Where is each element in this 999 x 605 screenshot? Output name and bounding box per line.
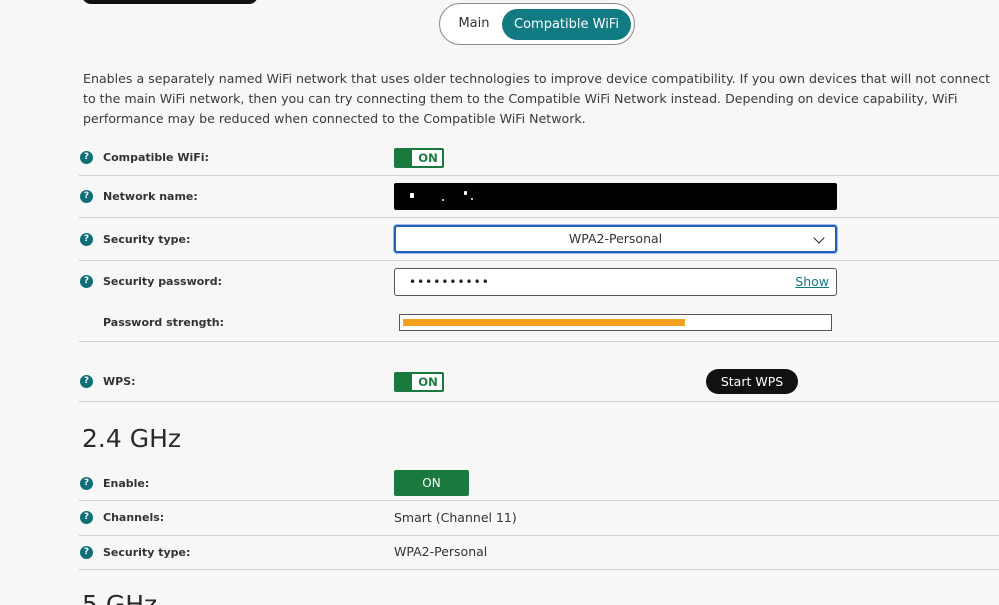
redaction-artifact [471,198,473,200]
divider [79,569,999,570]
band-24-security-value: WPA2-Personal [394,544,488,559]
band-24-enable-label: Enable: [103,477,150,490]
security-type-value: WPA2-Personal [568,231,663,246]
toggle-knob [396,150,412,166]
mode-segmented-control: Main Compatible WiFi [439,3,635,45]
help-icon[interactable]: ? [80,511,93,524]
password-masked-value: •••••••••• [409,275,490,289]
help-icon[interactable]: ? [80,151,93,164]
security-type-select[interactable]: WPA2-Personal [394,225,837,253]
divider [79,175,999,176]
password-strength-label: Password strength: [103,316,225,329]
compatible-wifi-toggle[interactable]: ON [394,148,444,168]
password-strength-meter [399,314,832,331]
help-icon[interactable]: ? [80,275,93,288]
band-24-channels-value: Smart (Channel 11) [394,510,517,525]
toggle-knob [396,374,412,390]
toggle-state: ON [418,151,438,165]
divider [79,535,999,536]
divider [79,260,999,261]
security-password-input[interactable]: •••••••••• Show [394,268,837,296]
chevron-down-icon [813,232,825,244]
divider [79,500,999,501]
help-icon[interactable]: ? [80,477,93,490]
password-strength-fill [403,319,685,326]
toggle-state: ON [418,375,438,389]
start-wps-button[interactable]: Start WPS [706,369,798,394]
divider [79,217,999,218]
help-icon[interactable]: ? [80,375,93,388]
network-name-field-redacted[interactable] [394,183,837,210]
tab-compatible-wifi[interactable]: Compatible WiFi [502,9,631,40]
band-24-title: 2.4 GHz [82,424,181,453]
show-password-link[interactable]: Show [795,269,829,295]
security-password-label: Security password: [103,275,222,288]
divider [79,341,999,342]
band-24-channels-label: Channels: [103,511,165,524]
network-name-label: Network name: [103,190,198,203]
help-icon[interactable]: ? [80,546,93,559]
redaction-artifact [410,193,414,198]
divider [79,401,999,402]
compatible-wifi-description: Enables a separately named WiFi network … [83,71,991,126]
help-icon[interactable]: ? [80,190,93,203]
band-5-title: 5 GHz [82,590,158,605]
redaction-artifact [464,191,467,195]
compatible-wifi-label: Compatible WiFi: [103,151,209,164]
wps-toggle[interactable]: ON [394,372,444,392]
top-cropped-button[interactable] [82,0,258,4]
redaction-artifact [442,199,444,201]
band-24-security-label: Security type: [103,546,191,559]
security-type-label: Security type: [103,233,191,246]
band-24-enable-toggle[interactable]: ON [394,470,469,496]
help-icon[interactable]: ? [80,233,93,246]
wps-label: WPS: [103,375,136,388]
tab-main[interactable]: Main [448,10,500,38]
